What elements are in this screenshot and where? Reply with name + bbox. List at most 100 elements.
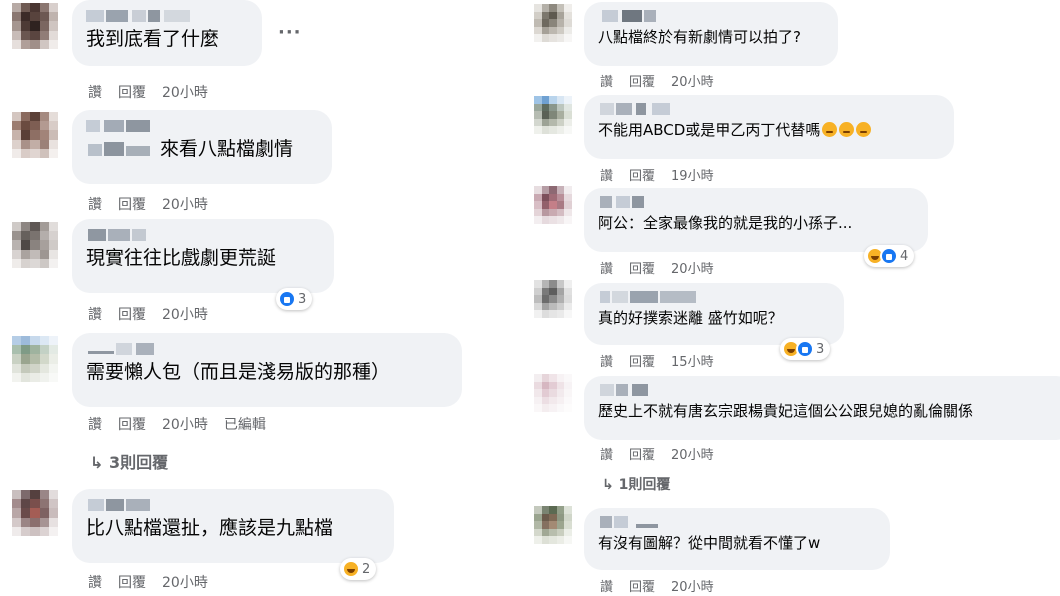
commenter-name[interactable] — [86, 497, 380, 513]
comment-text: 八點檔終於有新劇情可以拍了? — [598, 28, 801, 46]
timestamp[interactable]: 20小時 — [162, 197, 208, 213]
like-button[interactable]: 讚 — [600, 355, 613, 370]
worried-face-emoji — [856, 122, 872, 137]
timestamp[interactable]: 15小時 — [671, 355, 714, 370]
avatar[interactable] — [12, 222, 58, 268]
comment-text: 歷史上不就有唐玄宗跟楊貴妃這個公公跟兒媳的亂倫關係 — [598, 402, 974, 420]
comment-text: 現實往往比戲劇更荒誕 — [86, 247, 277, 269]
comment-bubble: 歷史上不就有唐玄宗跟楊貴妃這個公公跟兒媳的亂倫關係 — [584, 376, 1060, 440]
comment-text: 來看八點檔劇情 — [86, 136, 318, 162]
like-button[interactable]: 讚 — [88, 85, 102, 101]
comment-text: 需要懶人包（而且是淺易版的那種） — [86, 361, 391, 383]
comment-actions: 讚回覆 20小時 — [88, 82, 224, 102]
timestamp[interactable]: 20小時 — [671, 448, 714, 463]
comment-text-content: 來看八點檔劇情 — [160, 138, 294, 160]
reaction-summary[interactable]: 3 — [780, 338, 831, 360]
commenter-name[interactable] — [598, 101, 940, 117]
comment-actions: 讚 回覆 20小時 — [600, 444, 730, 463]
comment-bubble: 真的好撲索迷離 盛竹如呢？ — [584, 283, 844, 345]
avatar[interactable] — [12, 490, 58, 536]
comment-bubble: 八點檔終於有新劇情可以拍了? — [584, 2, 838, 66]
reaction-count: 4 — [900, 248, 909, 264]
timestamp[interactable]: 20小時 — [162, 85, 208, 101]
like-button[interactable]: 讚 — [88, 307, 102, 323]
timestamp[interactable]: 20小時 — [162, 417, 208, 433]
timestamp[interactable]: 20小時 — [162, 307, 208, 323]
commenter-name[interactable] — [86, 341, 448, 357]
comment-text: 有沒有圖解？從中間就看不懂了w — [598, 534, 821, 552]
like-reaction-icon — [796, 340, 814, 358]
like-button[interactable]: 讚 — [600, 75, 613, 90]
like-reaction-icon — [880, 247, 898, 265]
comment-actions: 讚回覆 20小時 — [88, 572, 224, 592]
comment-text: 我到底看了什麼 — [86, 28, 220, 50]
avatar[interactable] — [534, 4, 572, 42]
reply-button[interactable]: 回覆 — [629, 448, 655, 463]
comment-text: 比八點檔還扯，應該是九點檔 — [86, 517, 334, 539]
comment-actions: 讚回覆 20小時 — [88, 304, 224, 324]
reaction-count: 2 — [362, 561, 371, 577]
comment-bubble: 有沒有圖解？從中間就看不懂了w — [584, 508, 890, 570]
haha-reaction-icon — [342, 560, 360, 578]
comment-bubble: 需要懶人包（而且是淺易版的那種） — [72, 333, 462, 407]
reply-button[interactable]: 回覆 — [118, 197, 146, 213]
avatar[interactable] — [534, 374, 572, 412]
commenter-name[interactable] — [598, 289, 830, 305]
commenter-name[interactable] — [598, 8, 824, 24]
like-button[interactable]: 讚 — [600, 448, 613, 463]
commenter-name[interactable] — [86, 8, 248, 24]
avatar[interactable] — [12, 112, 58, 158]
comment-actions: 讚 回覆 20小時 — [600, 576, 730, 595]
like-button[interactable]: 讚 — [600, 580, 613, 595]
commenter-name[interactable] — [86, 227, 320, 243]
commenter-name[interactable] — [86, 118, 318, 134]
comment-text: 真的好撲索迷離 盛竹如呢？ — [598, 309, 783, 327]
avatar[interactable] — [534, 186, 572, 224]
reply-button[interactable]: 回覆 — [629, 75, 655, 90]
commenter-name[interactable] — [598, 382, 1060, 398]
timestamp[interactable]: 20小時 — [162, 575, 208, 591]
avatar[interactable] — [12, 3, 58, 49]
more-options-icon[interactable]: ··· — [278, 22, 302, 43]
commenter-name[interactable] — [598, 194, 914, 210]
reaction-summary[interactable]: 4 — [864, 245, 915, 267]
like-button[interactable]: 讚 — [88, 197, 102, 213]
reply-button[interactable]: 回覆 — [629, 169, 655, 184]
edited-label: 已編輯 — [223, 417, 266, 433]
reply-button[interactable]: 回覆 — [118, 307, 146, 323]
like-button[interactable]: 讚 — [88, 575, 102, 591]
like-button[interactable]: 讚 — [600, 262, 613, 277]
comment-bubble: 阿公：全家最像我的就是我的小孫子... — [584, 188, 928, 252]
comment-bubble: 來看八點檔劇情 — [72, 110, 332, 184]
reply-button[interactable]: 回覆 — [118, 417, 146, 433]
view-replies-button[interactable]: ↳ 3則回覆 — [90, 449, 168, 473]
reply-button[interactable]: 回覆 — [629, 262, 655, 277]
reaction-summary[interactable]: 3 — [276, 288, 313, 310]
reaction-count: 3 — [298, 291, 307, 307]
comment-bubble: 我到底看了什麼 — [72, 0, 262, 66]
comment-bubble: 現實往往比戲劇更荒誕 — [72, 219, 334, 293]
avatar[interactable] — [534, 96, 572, 134]
comment-actions: 讚回覆 20小時 — [88, 194, 224, 214]
timestamp[interactable]: 19小時 — [671, 169, 714, 184]
like-button[interactable]: 讚 — [88, 417, 102, 433]
like-button[interactable]: 讚 — [600, 169, 613, 184]
comment-actions: 讚回覆 20小時 已編輯 — [88, 414, 282, 434]
timestamp[interactable]: 20小時 — [671, 580, 714, 595]
reply-button[interactable]: 回覆 — [629, 355, 655, 370]
reply-button[interactable]: 回覆 — [629, 580, 655, 595]
commenter-name[interactable] — [598, 514, 876, 530]
avatar[interactable] — [12, 336, 58, 382]
reaction-summary[interactable]: 2 — [340, 558, 377, 580]
avatar[interactable] — [534, 280, 572, 318]
like-reaction-icon — [278, 290, 296, 308]
reply-button[interactable]: 回覆 — [118, 85, 146, 101]
timestamp[interactable]: 20小時 — [671, 75, 714, 90]
avatar[interactable] — [534, 506, 572, 544]
view-replies-button[interactable]: ↳ 1則回覆 — [602, 474, 670, 494]
comment-actions: 讚 回覆 20小時 — [600, 71, 730, 90]
worried-face-emoji — [822, 122, 838, 137]
timestamp[interactable]: 20小時 — [671, 262, 714, 277]
comment-actions: 讚 回覆 15小時 — [600, 351, 730, 370]
reply-button[interactable]: 回覆 — [118, 575, 146, 591]
